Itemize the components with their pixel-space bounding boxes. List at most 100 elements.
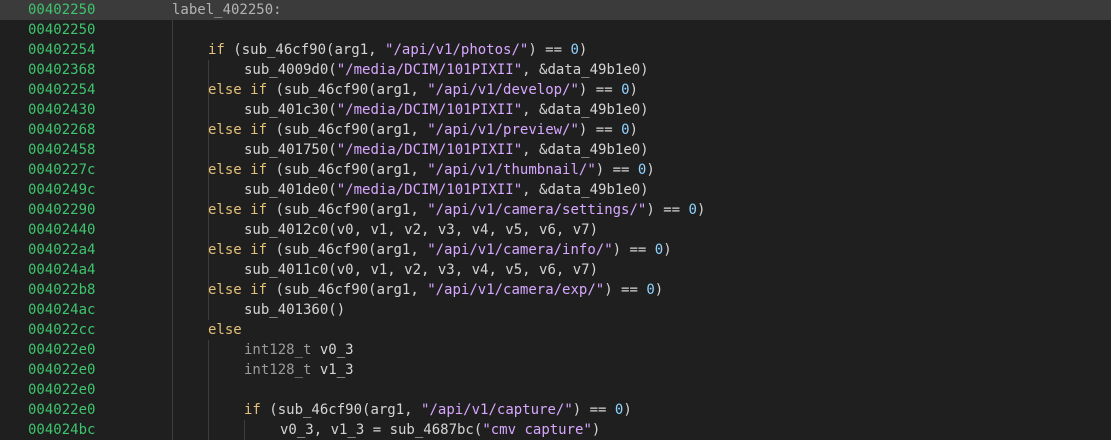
line-address[interactable]: 004024bc bbox=[28, 420, 95, 440]
code-token[interactable]: 0 bbox=[646, 282, 654, 298]
code-line[interactable]: 0040249c sub_401de0("/media/DCIM/101PIXII… bbox=[0, 180, 1111, 200]
line-address[interactable]: 004024a4 bbox=[28, 260, 95, 280]
code-token[interactable]: sub_46cf90 bbox=[284, 242, 368, 258]
code-line[interactable]: 004022b8 else if (sub_46cf90(arg1, "/api/… bbox=[0, 280, 1111, 300]
code-token[interactable]: ( bbox=[328, 142, 336, 158]
line-code[interactable]: else bbox=[208, 320, 242, 340]
code-token[interactable]: 0 bbox=[570, 42, 578, 58]
line-address[interactable]: 004022e0 bbox=[28, 380, 95, 400]
code-token[interactable]: sub_46cf90 bbox=[278, 402, 362, 418]
code-token[interactable]: (arg1, bbox=[326, 42, 385, 58]
code-line[interactable]: 00402268 else if (sub_46cf90(arg1, "/api/… bbox=[0, 120, 1111, 140]
code-token[interactable]: (arg1, bbox=[368, 82, 427, 98]
code-token[interactable]: (arg1, bbox=[368, 242, 427, 258]
code-token[interactable]: ) bbox=[592, 422, 600, 438]
code-token[interactable]: sub_46cf90 bbox=[284, 282, 368, 298]
code-token[interactable]: (arg1, bbox=[362, 402, 421, 418]
code-token[interactable]: sub_46cf90 bbox=[242, 42, 326, 58]
code-token[interactable]: "/media/DCIM/101PIXII" bbox=[337, 62, 522, 78]
code-token[interactable]: ) == bbox=[604, 282, 646, 298]
code-line[interactable]: 004024bc v0_3, v1_3 = sub_4687bc("cmv cap… bbox=[0, 420, 1111, 440]
code-token[interactable]: else if bbox=[208, 82, 267, 98]
code-token[interactable]: , &data_49b1e0) bbox=[522, 142, 648, 158]
code-token[interactable]: ( bbox=[267, 202, 283, 218]
code-token[interactable]: else if bbox=[208, 162, 267, 178]
code-token[interactable]: sub_4009d0 bbox=[244, 62, 328, 78]
code-token[interactable]: sub_401c30 bbox=[244, 102, 328, 118]
code-token[interactable]: (v0, v1, v2, v3, v4, v5, v6, v7) bbox=[328, 222, 598, 238]
code-token[interactable]: ( bbox=[267, 82, 283, 98]
code-token[interactable]: sub_4012c0 bbox=[244, 222, 328, 238]
code-token[interactable]: ) bbox=[663, 242, 671, 258]
code-token[interactable]: label_402250: bbox=[172, 2, 282, 18]
code-token[interactable]: "/media/DCIM/101PIXII" bbox=[337, 102, 522, 118]
code-token[interactable]: else if bbox=[208, 122, 267, 138]
code-token[interactable]: ) bbox=[630, 82, 638, 98]
code-token[interactable]: "/media/DCIM/101PIXII" bbox=[337, 182, 522, 198]
code-token[interactable]: "/api/v1/camera/settings/" bbox=[427, 202, 646, 218]
code-token[interactable]: ) == bbox=[528, 42, 570, 58]
code-token[interactable]: (arg1, bbox=[368, 162, 427, 178]
code-token[interactable]: ( bbox=[261, 402, 277, 418]
code-token[interactable]: ) bbox=[630, 122, 638, 138]
code-token[interactable]: sub_4687bc bbox=[390, 422, 474, 438]
line-code[interactable]: sub_4012c0(v0, v1, v2, v3, v4, v5, v6, v… bbox=[244, 220, 598, 240]
code-token[interactable]: "/media/DCIM/101PIXII" bbox=[337, 142, 522, 158]
code-token[interactable]: , &data_49b1e0) bbox=[522, 182, 648, 198]
code-line[interactable]: 00402430 sub_401c30("/media/DCIM/101PIXII… bbox=[0, 100, 1111, 120]
code-token[interactable]: (arg1, bbox=[368, 122, 427, 138]
code-line[interactable]: 004022e0 bbox=[0, 380, 1111, 400]
line-address[interactable]: 004022e0 bbox=[28, 340, 95, 360]
line-address[interactable]: 0040249c bbox=[28, 180, 95, 200]
code-line[interactable]: 00402254 else if (sub_46cf90(arg1, "/api/… bbox=[0, 80, 1111, 100]
line-address[interactable]: 0040227c bbox=[28, 160, 95, 180]
line-address[interactable]: 00402368 bbox=[28, 60, 95, 80]
line-code[interactable]: else if (sub_46cf90(arg1, "/api/v1/camer… bbox=[208, 280, 663, 300]
line-address[interactable]: 004022cc bbox=[28, 320, 95, 340]
code-token[interactable]: ) bbox=[623, 402, 631, 418]
code-token[interactable]: ( bbox=[328, 182, 336, 198]
code-token[interactable]: (v0, v1, v2, v3, v4, v5, v6, v7) bbox=[328, 262, 598, 278]
line-code[interactable]: sub_401de0("/media/DCIM/101PIXII", &data… bbox=[244, 180, 649, 200]
line-address[interactable]: 00402250 bbox=[28, 0, 95, 20]
disassembly-view[interactable]: 00402250 label_402250: 00402250 00402254 if … bbox=[0, 0, 1111, 440]
line-address[interactable]: 004024ac bbox=[28, 300, 95, 320]
code-line[interactable]: 00402458 sub_401750("/media/DCIM/101PIXII… bbox=[0, 140, 1111, 160]
code-line[interactable]: 00402250 bbox=[0, 20, 1111, 40]
code-token[interactable]: 0 bbox=[655, 242, 663, 258]
code-token[interactable]: "/api/v1/photos/" bbox=[385, 42, 528, 58]
code-token[interactable]: "/api/v1/preview/" bbox=[427, 122, 579, 138]
line-address[interactable]: 004022a4 bbox=[28, 240, 95, 260]
code-token[interactable]: sub_401de0 bbox=[244, 182, 328, 198]
code-token[interactable]: ( bbox=[267, 122, 283, 138]
code-line[interactable]: 00402440 sub_4012c0(v0, v1, v2, v3, v4, v… bbox=[0, 220, 1111, 240]
code-line[interactable]: 004022a4 else if (sub_46cf90(arg1, "/api/… bbox=[0, 240, 1111, 260]
code-line[interactable]: 0040227c else if (sub_46cf90(arg1, "/api/… bbox=[0, 160, 1111, 180]
code-token[interactable]: else if bbox=[208, 282, 267, 298]
code-line[interactable]: 00402368 sub_4009d0("/media/DCIM/101PIXII… bbox=[0, 60, 1111, 80]
line-address[interactable]: 004022b8 bbox=[28, 280, 95, 300]
code-token[interactable]: "/api/v1/camera/info/" bbox=[427, 242, 612, 258]
line-address[interactable]: 00402290 bbox=[28, 200, 95, 220]
code-token[interactable]: sub_46cf90 bbox=[284, 202, 368, 218]
code-token[interactable]: ) == bbox=[613, 242, 655, 258]
code-line[interactable]: 00402254 if (sub_46cf90(arg1, "/api/v1/ph… bbox=[0, 40, 1111, 60]
code-token[interactable]: "cmv capture" bbox=[482, 422, 592, 438]
code-token[interactable]: () bbox=[328, 302, 345, 318]
code-token[interactable]: else if bbox=[208, 242, 267, 258]
code-token[interactable]: ) bbox=[646, 162, 654, 178]
code-token[interactable]: else bbox=[208, 322, 242, 338]
code-token[interactable]: ( bbox=[267, 282, 283, 298]
code-token[interactable]: sub_46cf90 bbox=[284, 162, 368, 178]
line-code[interactable]: if (sub_46cf90(arg1, "/api/v1/photos/") … bbox=[208, 40, 587, 60]
code-token[interactable]: "/api/v1/camera/exp/" bbox=[427, 282, 604, 298]
code-token[interactable]: sub_401750 bbox=[244, 142, 328, 158]
code-line[interactable]: 004022cc else bbox=[0, 320, 1111, 340]
line-code[interactable]: sub_401c30("/media/DCIM/101PIXII", &data… bbox=[244, 100, 649, 120]
code-token[interactable]: "/api/v1/thumbnail/" bbox=[427, 162, 596, 178]
line-address[interactable]: 00402458 bbox=[28, 140, 95, 160]
line-code[interactable]: int128_t v1_3 bbox=[244, 360, 354, 380]
code-token[interactable]: ) == bbox=[596, 162, 638, 178]
line-address[interactable]: 00402268 bbox=[28, 120, 95, 140]
code-line[interactable]: 004022e0 int128_t v0_3 bbox=[0, 340, 1111, 360]
